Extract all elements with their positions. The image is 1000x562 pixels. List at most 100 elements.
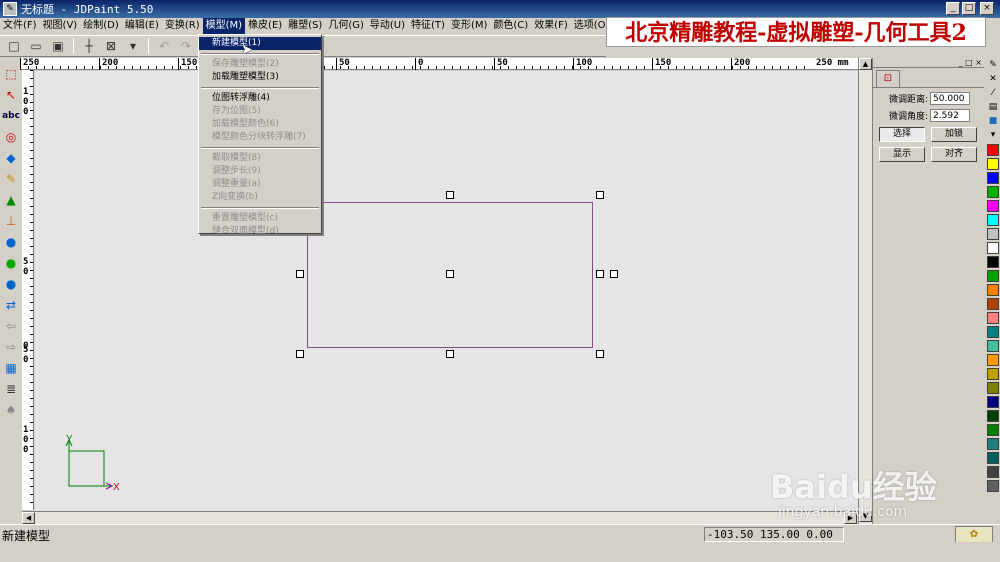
model-menu-item-13[interactable]: Z向变换(b) — [199, 191, 321, 204]
color-swatch[interactable] — [987, 354, 999, 366]
circle-tool-icon[interactable]: ◎ — [1, 127, 21, 146]
color-swatch[interactable] — [987, 480, 999, 492]
handle-rotate[interactable] — [610, 270, 618, 278]
color-swatch[interactable] — [987, 214, 999, 226]
menu-item-0[interactable]: 文件(F) — [0, 18, 40, 34]
redo-icon[interactable]: ↷ — [176, 37, 196, 55]
model-menu-item-6[interactable]: 存为位图(5) — [199, 105, 321, 118]
menu-item-8[interactable]: 几何(G) — [325, 18, 367, 34]
handle-center[interactable] — [446, 270, 454, 278]
drawing-canvas[interactable]: Y X — [35, 71, 858, 511]
model-menu-item-8[interactable]: 模型颜色分块转浮雕(7) — [199, 131, 321, 144]
panel-button-0-0[interactable]: 选择 — [879, 127, 925, 142]
node-frame-icon[interactable]: ⊡ — [876, 70, 900, 87]
menu-item-11[interactable]: 变形(M) — [448, 18, 490, 34]
maximize-button[interactable]: □ — [962, 2, 976, 15]
balloon-pair-icon[interactable]: ● — [1, 274, 21, 293]
new-file-icon[interactable]: □ — [4, 37, 24, 55]
menu-item-13[interactable]: 效果(F) — [531, 18, 571, 34]
panel-button-1-1[interactable]: 对齐 — [931, 147, 977, 162]
color-swatch[interactable] — [987, 326, 999, 338]
stamp-icon[interactable]: ▲ — [1, 190, 21, 209]
model-menu-item-11[interactable]: 调整步长(9) — [199, 165, 321, 178]
menu-item-5[interactable]: 模型(M) — [202, 18, 246, 34]
model-menu-item-3[interactable]: 加载雕塑模型(3) — [199, 71, 321, 84]
dropdown-arrow-icon[interactable]: ▾ — [123, 37, 143, 55]
arrow-right-icon[interactable]: ⇨ — [1, 337, 21, 356]
color-swatch[interactable] — [987, 396, 999, 408]
color-swatch[interactable] — [987, 172, 999, 184]
menu-item-7[interactable]: 雕塑(S) — [285, 18, 325, 34]
color-swatch[interactable] — [987, 256, 999, 268]
node-edit-icon[interactable]: ↖ — [1, 85, 21, 104]
handle-bottom-left[interactable] — [296, 350, 304, 358]
horizontal-scrollbar[interactable]: ◀ ▶ — [22, 511, 858, 524]
color-swatch[interactable] — [987, 382, 999, 394]
color-swatch[interactable] — [987, 228, 999, 240]
minimize-button[interactable]: _ — [946, 2, 960, 15]
color-swatch[interactable] — [987, 466, 999, 478]
menu-item-3[interactable]: 编辑(E) — [122, 18, 162, 34]
color-swatch[interactable] — [987, 284, 999, 296]
model-menu-item-0[interactable]: 新建模型(1) — [199, 37, 321, 50]
color-swatch[interactable] — [987, 270, 999, 282]
select-box-icon[interactable]: ⊠ — [101, 37, 121, 55]
vertical-scrollbar[interactable]: ▲ ▼ — [858, 58, 872, 524]
handle-top-right[interactable] — [596, 191, 604, 199]
menu-item-2[interactable]: 绘制(D) — [80, 18, 122, 34]
blue-square-icon[interactable]: ■ — [987, 116, 999, 128]
bulb-icon[interactable]: ♠ — [1, 400, 21, 419]
menu-item-12[interactable]: 颜色(C) — [490, 18, 531, 34]
color-swatch[interactable] — [987, 438, 999, 450]
color-swatch[interactable] — [987, 312, 999, 324]
save-icon[interactable]: ▣ — [48, 37, 68, 55]
color-swatch[interactable] — [987, 452, 999, 464]
balloon-blue-icon[interactable]: ● — [1, 232, 21, 251]
handle-top-center[interactable] — [446, 191, 454, 199]
brush-icon[interactable]: ✿ — [955, 526, 993, 543]
arrow-left-icon[interactable]: ⇦ — [1, 316, 21, 335]
select-frame-icon[interactable]: ⬚ — [1, 64, 21, 83]
layers-icon[interactable]: ≣ — [1, 379, 21, 398]
model-menu-item-2[interactable]: 保存雕塑模型(2) — [199, 58, 321, 71]
text-abc-icon[interactable]: abc — [1, 106, 21, 125]
model-menu-item-16[interactable]: 缝合双面模型(d) — [199, 225, 321, 238]
scroll-left-arrow-icon[interactable]: ◀ — [22, 512, 35, 524]
close-button[interactable]: × — [980, 2, 994, 15]
swap-icon[interactable]: ⇄ — [1, 295, 21, 314]
open-folder-icon[interactable]: ▭ — [26, 37, 46, 55]
pencil-icon[interactable]: ✎ — [987, 60, 999, 72]
handle-middle-left[interactable] — [296, 270, 304, 278]
paint-icon[interactable]: ✎ — [1, 169, 21, 188]
model-menu-item-15[interactable]: 重置雕塑模型(c) — [199, 212, 321, 225]
measure-icon[interactable]: ⊥ — [1, 211, 21, 230]
eyedropper-icon[interactable]: ⁄ — [987, 88, 999, 100]
scroll-down-arrow-icon[interactable]: ▼ — [859, 510, 872, 522]
model-menu-item-7[interactable]: 加载模型颜色(6) — [199, 118, 321, 131]
scroll-up-arrow-icon[interactable]: ▲ — [859, 58, 872, 70]
color-swatch[interactable] — [987, 200, 999, 212]
cross-icon[interactable]: ✕ — [987, 74, 999, 86]
handle-middle-right[interactable] — [596, 270, 604, 278]
menu-item-6[interactable]: 橡皮(E) — [245, 18, 285, 34]
color-swatch[interactable] — [987, 340, 999, 352]
handle-bottom-right[interactable] — [596, 350, 604, 358]
balloon-green-icon[interactable]: ● — [1, 253, 21, 272]
scroll-right-arrow-icon[interactable]: ▶ — [844, 512, 857, 524]
model-menu-item-12[interactable]: 调整重量(a) — [199, 178, 321, 191]
menu-item-1[interactable]: 视图(V) — [40, 18, 81, 34]
cube-icon[interactable]: ▦ — [1, 358, 21, 377]
menu-item-9[interactable]: 导动(U) — [367, 18, 408, 34]
adjust-distance-input[interactable] — [930, 92, 971, 105]
hatch-icon[interactable]: ▤ — [987, 102, 999, 114]
color-swatch[interactable] — [987, 242, 999, 254]
color-swatch[interactable] — [987, 424, 999, 436]
panel-button-1-0[interactable]: 显示 — [879, 147, 925, 162]
color-swatch[interactable] — [987, 158, 999, 170]
model-menu-item-10[interactable]: 截取模型(8) — [199, 152, 321, 165]
fill-tool-icon[interactable]: ◆ — [1, 148, 21, 167]
crosshair-icon[interactable]: ┼ — [79, 37, 99, 55]
color-swatch[interactable] — [987, 298, 999, 310]
color-swatch[interactable] — [987, 410, 999, 422]
undo-icon[interactable]: ↶ — [154, 37, 174, 55]
